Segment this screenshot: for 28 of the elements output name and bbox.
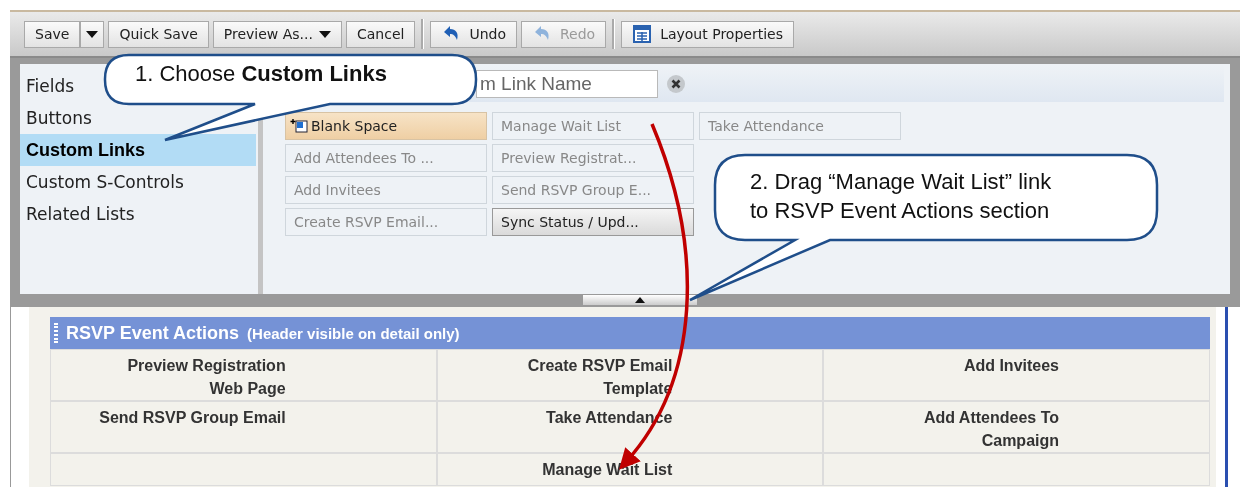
category-item[interactable]: Custom S-Controls (20, 166, 256, 198)
save-button[interactable]: Save (24, 20, 81, 48)
toolbar-button[interactable]: Quick Save (108, 20, 209, 48)
caret-icon (86, 30, 99, 38)
link-label: Manage Wait List (542, 461, 673, 478)
blank-space-icon (290, 119, 308, 133)
category-item[interactable]: Custom Links (20, 134, 256, 166)
link-label: Preview Registration Web Page (127, 357, 286, 397)
toolbar-button[interactable]: Layout Properties (621, 20, 794, 48)
section-title: RSVP Event Actions (66, 322, 240, 344)
link-label: Add Attendees To Campaign (923, 409, 1059, 449)
section-note: (Header visible on detail only) (247, 324, 460, 342)
category-item[interactable]: Related Lists (20, 198, 256, 230)
callout-text: 1. Choose Custom Links (135, 61, 387, 87)
link-label: Send RSVP Group Email (99, 409, 286, 426)
palette-link[interactable]: Blank Space (285, 112, 487, 140)
toolbar-button[interactable]: Cancel (345, 20, 416, 48)
caret-icon (318, 30, 331, 38)
search-field[interactable]: m Link Name (476, 70, 658, 98)
palette-link[interactable]: Sync Status / Upd... (492, 208, 694, 236)
callout-text: 2. Drag “Manage Wait List” link to RSVP Event Actions section (750, 168, 1052, 225)
table-icon (632, 24, 653, 44)
toolbar-button[interactable]: Undo (430, 20, 517, 48)
save-menu-button[interactable] (80, 20, 105, 48)
link-label: Add Invitees (963, 357, 1059, 374)
toolbar-button[interactable]: Preview As... (212, 20, 342, 48)
clear-icon[interactable] (666, 74, 686, 94)
drag-handle-icon[interactable] (54, 323, 58, 343)
